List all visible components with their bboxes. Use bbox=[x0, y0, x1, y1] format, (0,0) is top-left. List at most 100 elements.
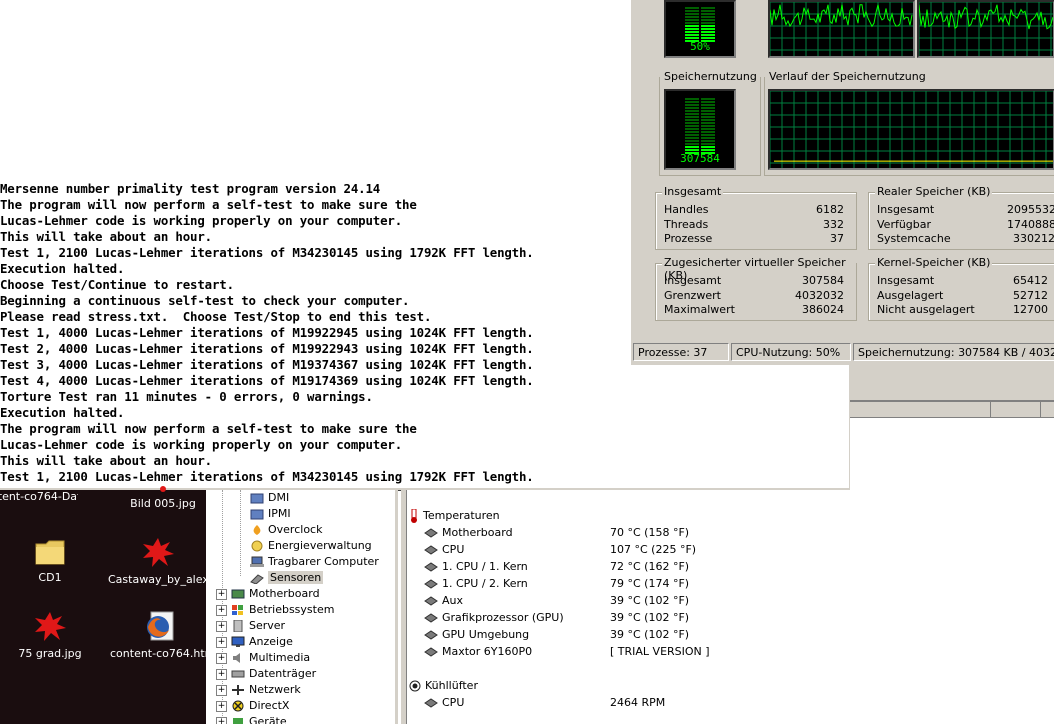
firefox-icon bbox=[147, 611, 174, 641]
temperature-row[interactable]: 1. CPU / 1. Kern bbox=[424, 560, 528, 573]
console-line: Execution halted. bbox=[0, 405, 125, 420]
motherboard-icon bbox=[231, 588, 245, 600]
gauge-segment bbox=[685, 134, 699, 136]
tree-item-overclock[interactable]: Overclock bbox=[250, 523, 322, 536]
desktop-icon[interactable]: Bild 005.jpg bbox=[113, 484, 213, 510]
expand-icon[interactable]: + bbox=[216, 684, 227, 696]
expand-icon[interactable]: + bbox=[216, 668, 227, 680]
tree-item-ipmi[interactable]: IPMI bbox=[250, 507, 291, 520]
chip-icon bbox=[250, 492, 264, 504]
tree-item-directx[interactable]: + DirectX bbox=[216, 699, 289, 712]
totals-label: Handles bbox=[664, 203, 709, 216]
background-window bbox=[850, 365, 1054, 490]
tree-item-sensoren[interactable]: Sensoren bbox=[250, 571, 324, 585]
fan-row[interactable]: CPU bbox=[424, 696, 464, 709]
gauge-segment bbox=[685, 19, 699, 21]
expand-icon[interactable]: + bbox=[216, 588, 227, 600]
gauge-segment bbox=[685, 125, 699, 127]
console-line: This will take about an hour. bbox=[0, 229, 212, 244]
gauge-segment bbox=[685, 122, 699, 124]
navigation-tree: DMI IPMI Overclock Energieverwaltung Tra… bbox=[206, 490, 398, 724]
desktop-icon[interactable]: content-co764-Dat... bbox=[0, 488, 78, 503]
tree-item-anzeige[interactable]: + Anzeige bbox=[216, 635, 293, 648]
gauge-segment bbox=[685, 22, 699, 24]
desktop-icon[interactable]: 75 grad.jpg bbox=[0, 610, 100, 660]
gauge-segment bbox=[701, 113, 715, 115]
temperature-row[interactable]: Motherboard bbox=[424, 526, 513, 539]
gauge-segment bbox=[685, 113, 699, 115]
gauge-segment bbox=[701, 140, 715, 142]
tree-item-betriebssystem[interactable]: + Betriebssystem bbox=[216, 603, 334, 616]
physical-label: Insgesamt bbox=[877, 203, 935, 216]
gauge-segment bbox=[685, 137, 699, 139]
desktop-icon-label: CD1 bbox=[38, 571, 62, 584]
drive-icon bbox=[231, 668, 245, 680]
temperature-row[interactable]: CPU bbox=[424, 543, 464, 556]
power-icon bbox=[250, 540, 264, 552]
totals-group: Insgesamt Handles 6182 Threads 332 Proze… bbox=[655, 185, 857, 250]
totals-label: Prozesse bbox=[664, 232, 713, 245]
expand-icon[interactable]: + bbox=[216, 700, 227, 712]
mem-usage-gauge: 307584 bbox=[664, 89, 736, 170]
gauge-segment bbox=[701, 25, 715, 27]
expand-icon[interactable]: + bbox=[216, 636, 227, 648]
console-line: Lucas-Lehmer code is working properly on… bbox=[0, 213, 403, 228]
server-icon bbox=[231, 619, 245, 633]
cpu-history-graph-1 bbox=[768, 0, 915, 58]
gauge-segment bbox=[685, 104, 699, 106]
tree-item-server[interactable]: + Server bbox=[216, 619, 285, 633]
tree-item-multimedia[interactable]: + Multimedia bbox=[216, 651, 310, 664]
temperature-name: CPU bbox=[442, 543, 465, 556]
gauge-segment bbox=[701, 10, 715, 12]
physical-value: 330212 bbox=[1013, 232, 1054, 245]
desktop-icon[interactable]: CD1 bbox=[0, 536, 100, 584]
gauge-segment bbox=[701, 110, 715, 112]
temperature-row[interactable]: Maxtor 6Y160P0 bbox=[424, 645, 532, 658]
tree-item-geraete[interactable]: + Geräte bbox=[216, 715, 287, 724]
expand-icon[interactable]: + bbox=[216, 604, 227, 616]
gauge-segment bbox=[685, 116, 699, 118]
os-icon bbox=[231, 604, 245, 616]
expand-icon[interactable]: + bbox=[216, 716, 227, 724]
kernel-label: Ausgelagert bbox=[877, 289, 944, 302]
expand-icon[interactable]: + bbox=[216, 620, 227, 632]
desktop-icon-label: Castaway_by_alexi bbox=[108, 573, 208, 586]
totals-title: Insgesamt bbox=[662, 185, 724, 198]
console-line: Execution halted. bbox=[0, 261, 125, 276]
gauge-segment bbox=[701, 143, 715, 145]
tree-line bbox=[240, 490, 242, 576]
cpu-usage-value: 50% bbox=[690, 40, 710, 53]
fan-value: 2464 RPM bbox=[610, 696, 666, 709]
chip-icon bbox=[250, 508, 264, 520]
mem-usage-value: 307584 bbox=[680, 152, 720, 165]
tree-item-netzwerk[interactable]: + Netzwerk bbox=[216, 683, 301, 696]
expand-icon[interactable]: + bbox=[216, 652, 227, 664]
splat-icon bbox=[143, 538, 174, 567]
tree-item-tragbarer-computer[interactable]: Tragbarer Computer bbox=[250, 555, 379, 568]
commit-value: 307584 bbox=[802, 274, 844, 287]
gauge-segment bbox=[685, 10, 699, 12]
splitter[interactable] bbox=[401, 490, 407, 724]
gauge-segment bbox=[701, 16, 715, 18]
fans-header: Kühllüfter bbox=[409, 679, 478, 692]
temperature-name: Maxtor 6Y160P0 bbox=[442, 645, 533, 658]
console-line: Lucas-Lehmer code is working properly on… bbox=[0, 437, 403, 452]
temperature-row[interactable]: 1. CPU / 2. Kern bbox=[424, 577, 528, 590]
tree-item-motherboard[interactable]: + Motherboard bbox=[216, 587, 320, 600]
physical-label: Verfügbar bbox=[877, 218, 932, 231]
kernel-value: 52712 bbox=[1013, 289, 1048, 302]
desktop-icon[interactable]: content-co764.htm bbox=[110, 610, 210, 660]
tree-item-dmi[interactable]: DMI bbox=[250, 491, 289, 504]
gauge-segment bbox=[685, 25, 699, 27]
temperatures-header: Temperaturen bbox=[409, 508, 500, 523]
console-line: The program will now perform a self-test… bbox=[0, 197, 417, 212]
tree-item-energieverwaltung[interactable]: Energieverwaltung bbox=[250, 539, 372, 552]
temperature-row[interactable]: Grafikprozessor (GPU) bbox=[424, 611, 564, 624]
status-cpu: CPU-Nutzung: 50% bbox=[731, 343, 851, 361]
temperature-name: 1. CPU / 2. Kern bbox=[442, 577, 528, 590]
tree-item-datentraeger[interactable]: + Datenträger bbox=[216, 667, 316, 680]
temperature-row[interactable]: GPU Umgebung bbox=[424, 628, 529, 641]
gauge-segment bbox=[701, 28, 715, 30]
desktop-icon[interactable]: Castaway_by_alexi bbox=[108, 536, 208, 586]
temperature-row[interactable]: Aux bbox=[424, 594, 463, 607]
